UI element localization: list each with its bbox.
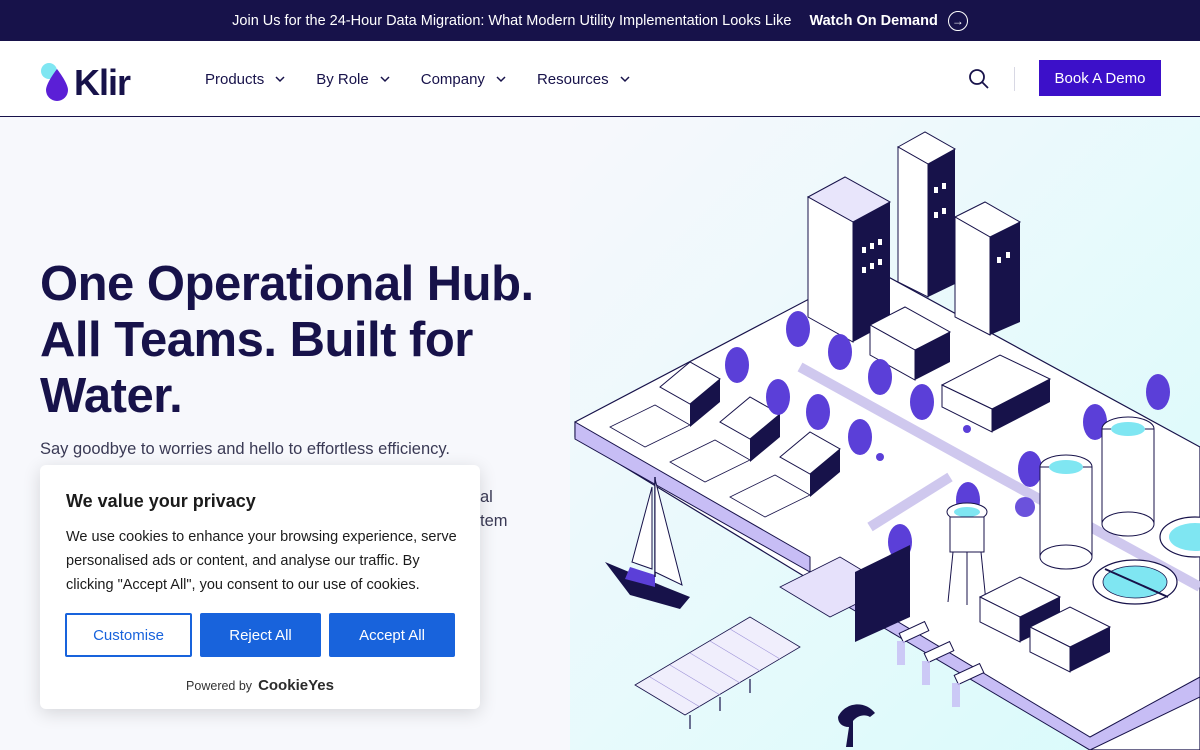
nav-item-label: By Role: [316, 70, 369, 88]
reject-all-button[interactable]: Reject All: [200, 613, 321, 657]
nav-item-label: Resources: [536, 70, 609, 88]
water-utility-city-illustration: [570, 117, 1200, 750]
chevron-down-icon: [496, 76, 506, 83]
accept-all-button[interactable]: Accept All: [329, 613, 455, 657]
cookie-description: We use cookies to enhance your browsing …: [66, 529, 457, 593]
chevron-down-icon: [380, 76, 390, 83]
cookie-consent-banner: We value your privacy We use cookies to …: [40, 465, 480, 709]
arrow-right-circle-icon: →: [947, 10, 968, 31]
hero-description-fragment: al: [480, 488, 493, 506]
chevron-down-icon: [275, 76, 285, 83]
hero-subtitle: Say goodbye to worries and hello to effo…: [40, 440, 450, 458]
announcement-bar: Join Us for the 24-Hour Data Migration: …: [0, 0, 1200, 41]
water-drop-logo-icon: [41, 63, 68, 101]
nav-divider: [1014, 67, 1015, 91]
hero-title-rest: All Teams. Built for Water.: [40, 313, 473, 423]
watch-on-demand-label: Watch On Demand: [809, 12, 938, 29]
logo-text: Klir: [74, 62, 131, 103]
nav-item-products[interactable]: Products: [205, 71, 286, 88]
hero-description-fragment: tem: [480, 512, 508, 530]
hero-title: One Operational Hub. All Teams. Built fo…: [40, 256, 540, 424]
powered-by: Powered by CookieYes: [40, 677, 480, 694]
main-navigation: Klir Products By Role Company Resources …: [0, 41, 1200, 117]
nav-item-label: Products: [205, 70, 265, 88]
watch-on-demand-link[interactable]: Watch On Demand →: [809, 10, 968, 31]
cookie-title: We value your privacy: [66, 491, 256, 511]
powered-by-label: Powered by: [186, 678, 253, 693]
announcement-message: Join Us for the 24-Hour Data Migration: …: [232, 12, 792, 29]
search-icon[interactable]: [968, 68, 990, 90]
book-demo-button[interactable]: Book A Demo: [1039, 60, 1161, 96]
chevron-down-icon: [620, 76, 630, 83]
nav-item-label: Company: [420, 70, 485, 88]
nav-item-by-role[interactable]: By Role: [316, 71, 391, 88]
nav-item-resources[interactable]: Resources: [537, 71, 631, 88]
customise-button[interactable]: Customise: [65, 613, 192, 657]
klir-logo[interactable]: Klir: [40, 57, 131, 103]
nav-item-company[interactable]: Company: [421, 71, 507, 88]
cookieyes-logo[interactable]: CookieYes: [258, 677, 334, 694]
hero-title-bold: One Operational Hub.: [40, 257, 534, 311]
primary-menu: Products By Role Company Resources: [205, 41, 661, 117]
